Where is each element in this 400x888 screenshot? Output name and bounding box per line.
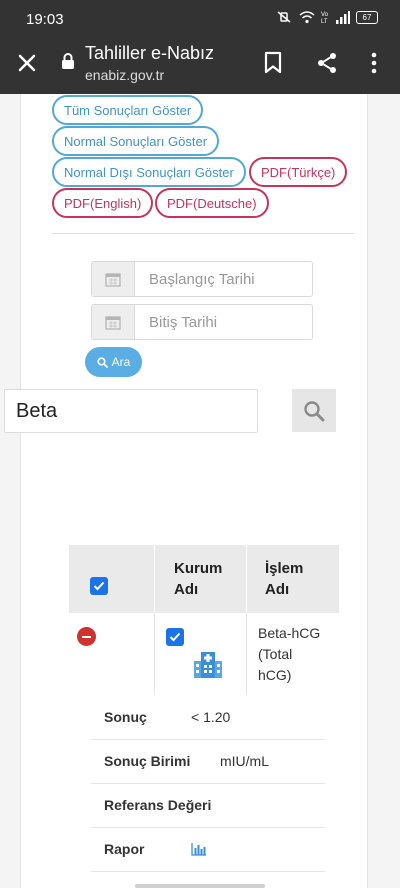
report-chart-icon[interactable]	[191, 842, 207, 856]
detail-row-unit: Sonuç Birimi mIU/mL	[91, 739, 325, 784]
end-date-field[interactable]: Bitiş Tarihi	[91, 304, 313, 340]
abnormal-results-button[interactable]: Normal Dışı Sonuçları Göster	[52, 157, 246, 187]
divider	[52, 233, 354, 234]
hospital-icon	[194, 652, 222, 678]
unit-label: Sonuç Birimi	[104, 753, 191, 769]
scroll-indicator	[135, 884, 265, 888]
table-header: Kurum Adı İşlem Adı	[69, 545, 339, 613]
collapse-row-icon[interactable]	[77, 627, 96, 646]
status-icons: Vo LT 67	[275, 10, 378, 24]
lock-icon	[62, 53, 74, 69]
share-icon[interactable]	[315, 51, 339, 75]
row-checkbox[interactable]	[166, 628, 184, 646]
detail-row-result: Sonuç < 1.20	[91, 695, 325, 740]
more-menu-icon[interactable]	[366, 51, 382, 75]
search-dates-label: Ara	[111, 355, 131, 369]
unit-value: mIU/mL	[220, 753, 269, 769]
end-date-placeholder: Bitiş Tarihi	[149, 314, 218, 331]
detail-row-reference: Referans Değeri	[91, 783, 325, 828]
search-icon	[97, 356, 108, 368]
svg-text:Vo: Vo	[321, 12, 329, 18]
search-button[interactable]	[292, 389, 336, 432]
search-dates-button[interactable]: Ara	[85, 347, 142, 377]
detail-row-report: Rapor	[91, 827, 325, 872]
status-time: 19:03	[26, 11, 64, 28]
bookmark-icon[interactable]	[263, 51, 283, 75]
browser-url[interactable]: enabiz.gov.tr	[85, 67, 164, 83]
svg-text:LT: LT	[321, 19, 328, 24]
result-label: Sonuç	[104, 709, 147, 725]
wifi-icon	[299, 10, 315, 23]
calendar-icon	[92, 305, 135, 339]
operation-name: Beta-hCG (Total hCG)	[258, 625, 321, 683]
institution-header: Kurum Adı	[174, 560, 223, 598]
search-icon	[304, 400, 325, 421]
search-input[interactable]: Beta	[4, 389, 258, 433]
normal-results-button[interactable]: Normal Sonuçları Göster	[52, 126, 220, 156]
browser-toolbar: Tahliller e-Nabız enabiz.gov.tr	[0, 36, 400, 94]
browser-page-title: Tahliller e-Nabız	[85, 43, 215, 63]
report-label: Rapor	[104, 841, 145, 857]
pdf-turkish-button[interactable]: PDF(Türkçe)	[249, 157, 348, 187]
close-icon[interactable]	[14, 50, 40, 76]
all-results-button[interactable]: Tüm Sonuçları Göster	[52, 95, 204, 125]
table-row[interactable]: Beta-hCG (Total hCG)	[69, 613, 339, 695]
start-date-placeholder: Başlangıç Tarihi	[149, 271, 255, 288]
mute-vibrate-icon	[277, 11, 291, 23]
volte-icon: VoLT	[321, 12, 329, 24]
operation-header: İşlem Adı	[265, 560, 304, 598]
status-bar: 19:03 Vo LT 67	[0, 0, 400, 36]
row-details: Sonuç < 1.20 Sonuç Birimi mIU/mL Referan…	[69, 695, 339, 888]
battery-icon: 67	[356, 10, 378, 24]
result-value: < 1.20	[191, 709, 231, 725]
pdf-english-button[interactable]: PDF(English)	[52, 188, 154, 218]
calendar-icon	[92, 262, 135, 296]
pdf-german-button[interactable]: PDF(Deutsche)	[155, 188, 269, 218]
reference-label: Referans Değeri	[104, 797, 212, 813]
signal-icon	[336, 10, 350, 24]
select-all-checkbox[interactable]	[90, 577, 108, 595]
start-date-field[interactable]: Başlangıç Tarihi	[91, 261, 313, 297]
page-content: Tüm Sonuçları Göster Normal Sonuçları Gö…	[0, 94, 400, 888]
